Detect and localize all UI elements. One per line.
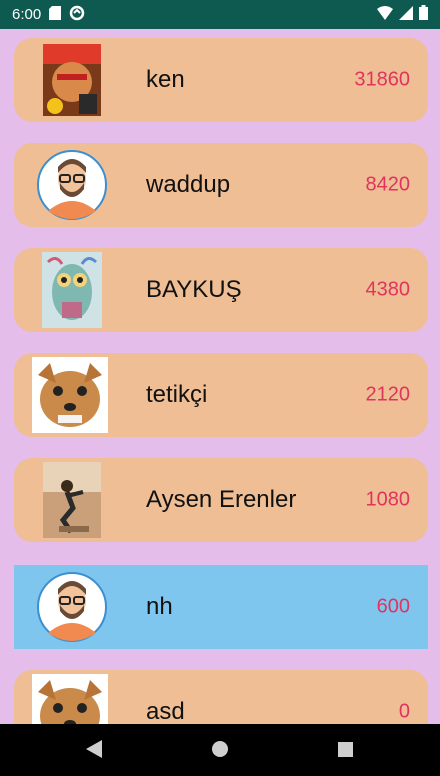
avatar xyxy=(32,357,108,433)
player-name: waddup xyxy=(146,171,231,198)
avatar xyxy=(36,149,108,221)
list-item[interactable]: BAYKUŞ 4380 xyxy=(14,248,428,332)
wifi-icon xyxy=(377,5,393,24)
list-item[interactable]: tetikçi 2120 xyxy=(14,353,428,437)
status-bar: 6:00 xyxy=(0,0,440,29)
list-item[interactable]: ken 31860 xyxy=(14,38,428,122)
photo-avatar-dog-icon xyxy=(32,357,108,433)
avatar xyxy=(36,44,108,116)
battery-icon xyxy=(419,5,428,24)
recents-button[interactable] xyxy=(338,742,353,762)
navigation-bar xyxy=(0,724,440,776)
home-button[interactable] xyxy=(212,741,228,762)
signal-icon xyxy=(399,5,413,24)
recents-icon xyxy=(338,742,353,757)
player-name: nh xyxy=(146,593,173,620)
player-name: BAYKUŞ xyxy=(146,276,242,303)
player-name: tetikçi xyxy=(146,381,208,408)
player-name: Aysen Erenler xyxy=(146,486,297,513)
avatar xyxy=(36,571,108,643)
status-time: 6:00 xyxy=(12,6,42,23)
leaderboard-list[interactable]: ken 31860 waddup 8420 BAYKUŞ 4380 tetikç… xyxy=(0,29,440,724)
photo-avatar-ken-icon xyxy=(43,44,101,116)
list-item-current-user[interactable]: nh 600 xyxy=(14,565,428,649)
back-icon xyxy=(86,740,102,758)
home-icon xyxy=(212,741,228,757)
avatar xyxy=(36,462,108,538)
list-item[interactable]: asd 0 xyxy=(14,670,428,724)
player-name: asd xyxy=(146,698,185,724)
player-score: 1080 xyxy=(365,488,411,511)
player-score: 2120 xyxy=(365,383,411,406)
default-avatar-icon xyxy=(37,150,107,220)
data-saver-icon xyxy=(69,5,85,25)
list-item[interactable]: waddup 8420 xyxy=(14,143,428,227)
photo-avatar-person-icon xyxy=(43,462,101,538)
player-name: ken xyxy=(146,66,185,93)
photo-avatar-owl-icon xyxy=(42,252,102,328)
player-score: 600 xyxy=(376,595,410,618)
avatar xyxy=(36,252,108,328)
player-score: 8420 xyxy=(365,173,411,196)
photo-avatar-dog-icon xyxy=(32,674,108,724)
default-avatar-icon xyxy=(37,572,107,642)
list-item[interactable]: Aysen Erenler 1080 xyxy=(14,458,428,542)
player-score: 31860 xyxy=(354,68,410,91)
avatar xyxy=(32,674,108,724)
back-button[interactable] xyxy=(86,740,102,763)
player-score: 4380 xyxy=(365,278,411,301)
player-score: 0 xyxy=(398,700,410,723)
sd-card-icon xyxy=(49,5,62,24)
